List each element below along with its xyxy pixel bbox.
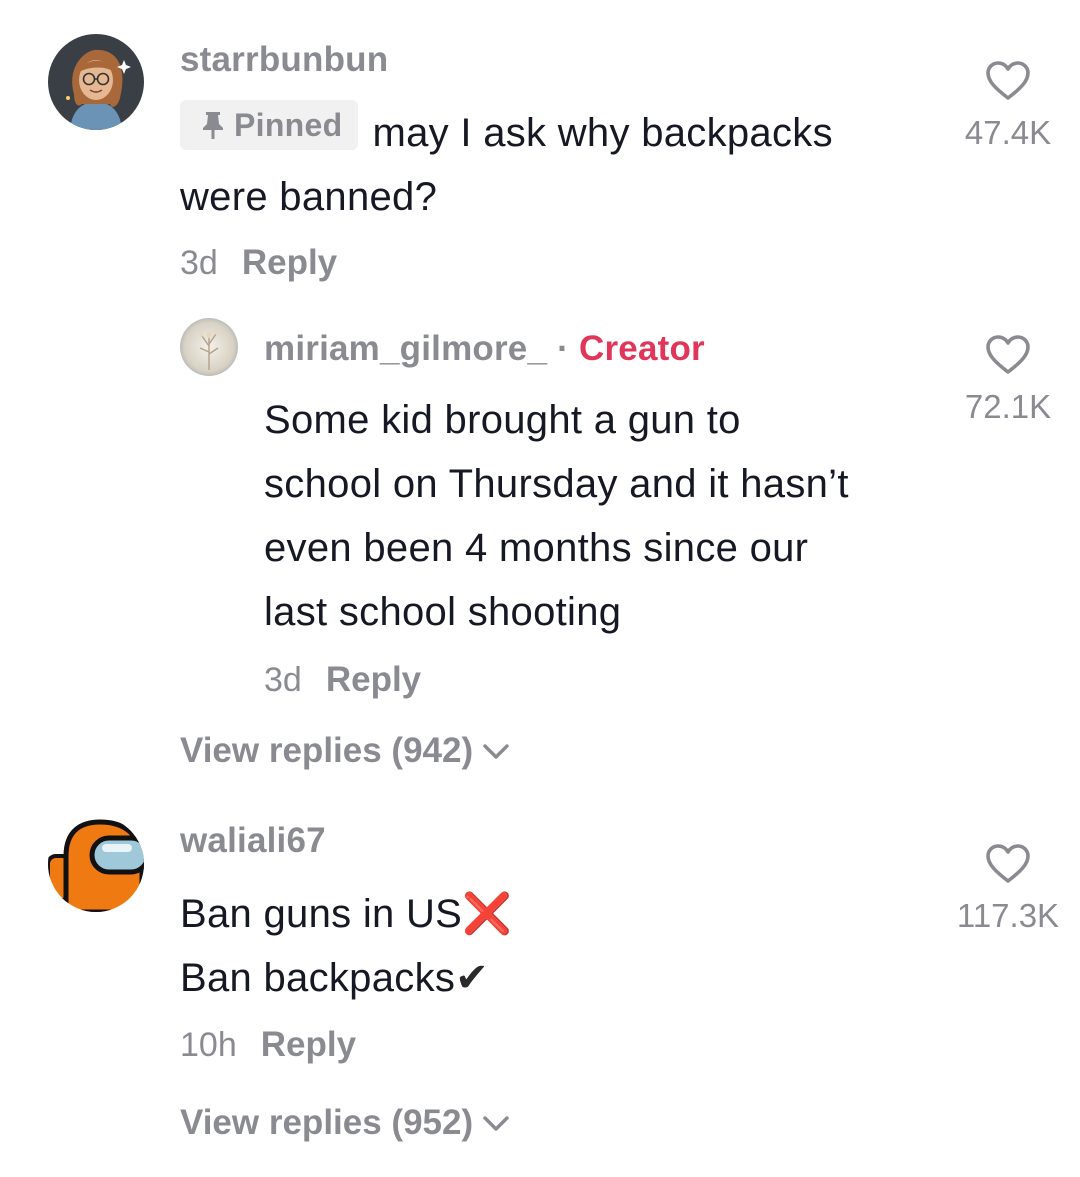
reply-meta: 3d Reply xyxy=(264,660,421,700)
creator-badge: Creator xyxy=(578,329,705,368)
comment-meta: 3d Reply xyxy=(180,243,337,283)
avatar-miriam-gilmore[interactable] xyxy=(180,318,238,376)
comment-time: 3d xyxy=(180,244,218,282)
comment-text-line2: Ban backpacks✔ xyxy=(180,946,920,1010)
reply-text-line: Some kid brought a gun to xyxy=(264,398,741,442)
cartoon-avatar-icon xyxy=(48,34,144,130)
comment-username[interactable]: waliali67 xyxy=(180,821,326,861)
crewmate-avatar-icon xyxy=(48,816,144,912)
heart-icon[interactable] xyxy=(985,843,1031,885)
comment-line-text: Ban guns in US xyxy=(180,892,463,936)
check-mark-emoji: ✔ xyxy=(455,956,489,1000)
comment-username[interactable]: starrbunbun xyxy=(180,40,388,80)
reply-text-line: school on Thursday and it hasn’t xyxy=(264,462,849,506)
photo-avatar-icon xyxy=(180,318,238,376)
like-count: 72.1K xyxy=(964,388,1052,425)
pin-icon xyxy=(203,112,223,139)
comment-text: Ban guns in US❌ Ban backpacks✔ xyxy=(180,882,920,1010)
reply-button[interactable]: Reply xyxy=(242,243,337,283)
view-replies-button[interactable]: View replies (952) xyxy=(180,1103,511,1143)
comment-line-text: Ban backpacks xyxy=(180,956,456,1000)
reply-text-line: even been 4 months since our xyxy=(264,526,809,570)
comment-meta: 10h Reply xyxy=(180,1025,356,1065)
like-group: 72.1K xyxy=(938,334,1078,426)
reply-text: Some kid brought a gun to school on Thur… xyxy=(264,388,934,644)
cross-mark-emoji: ❌ xyxy=(462,892,513,936)
reply-button[interactable]: Reply xyxy=(261,1025,356,1065)
view-replies-label: View replies (952) xyxy=(180,1103,474,1142)
comment-text-line1: may I ask why backpacks xyxy=(372,111,833,155)
comment-time: 10h xyxy=(180,1026,237,1064)
heart-icon[interactable] xyxy=(985,60,1031,102)
reply-username-row: miriam_gilmore_ · Creator xyxy=(264,329,705,369)
reply-time: 3d xyxy=(264,661,302,699)
pinned-badge: Pinned xyxy=(180,100,359,150)
reply-button[interactable]: Reply xyxy=(326,660,421,700)
comment-text-line2: were banned? xyxy=(180,175,438,219)
avatar-waliali67[interactable] xyxy=(48,816,144,912)
like-group: 47.4K xyxy=(938,60,1078,152)
chevron-down-icon xyxy=(483,744,509,759)
like-count: 47.4K xyxy=(964,114,1052,151)
view-replies-button[interactable]: View replies (942) xyxy=(180,731,511,771)
comment-text: Pinned may I ask why backpacks were banne… xyxy=(180,100,920,229)
avatar-starrbunbun[interactable] xyxy=(48,34,144,130)
reply-text-line: last school shooting xyxy=(264,590,622,634)
pinned-label: Pinned xyxy=(234,107,343,143)
separator-dot: · xyxy=(557,329,569,368)
like-group: 117.3K xyxy=(938,843,1078,935)
reply-username[interactable]: miriam_gilmore_ xyxy=(264,329,547,368)
heart-icon[interactable] xyxy=(985,334,1031,376)
chevron-down-icon xyxy=(483,1116,509,1131)
view-replies-label: View replies (942) xyxy=(180,731,474,770)
comment-text-line1: Ban guns in US❌ xyxy=(180,882,920,946)
like-count: 117.3K xyxy=(956,897,1060,934)
